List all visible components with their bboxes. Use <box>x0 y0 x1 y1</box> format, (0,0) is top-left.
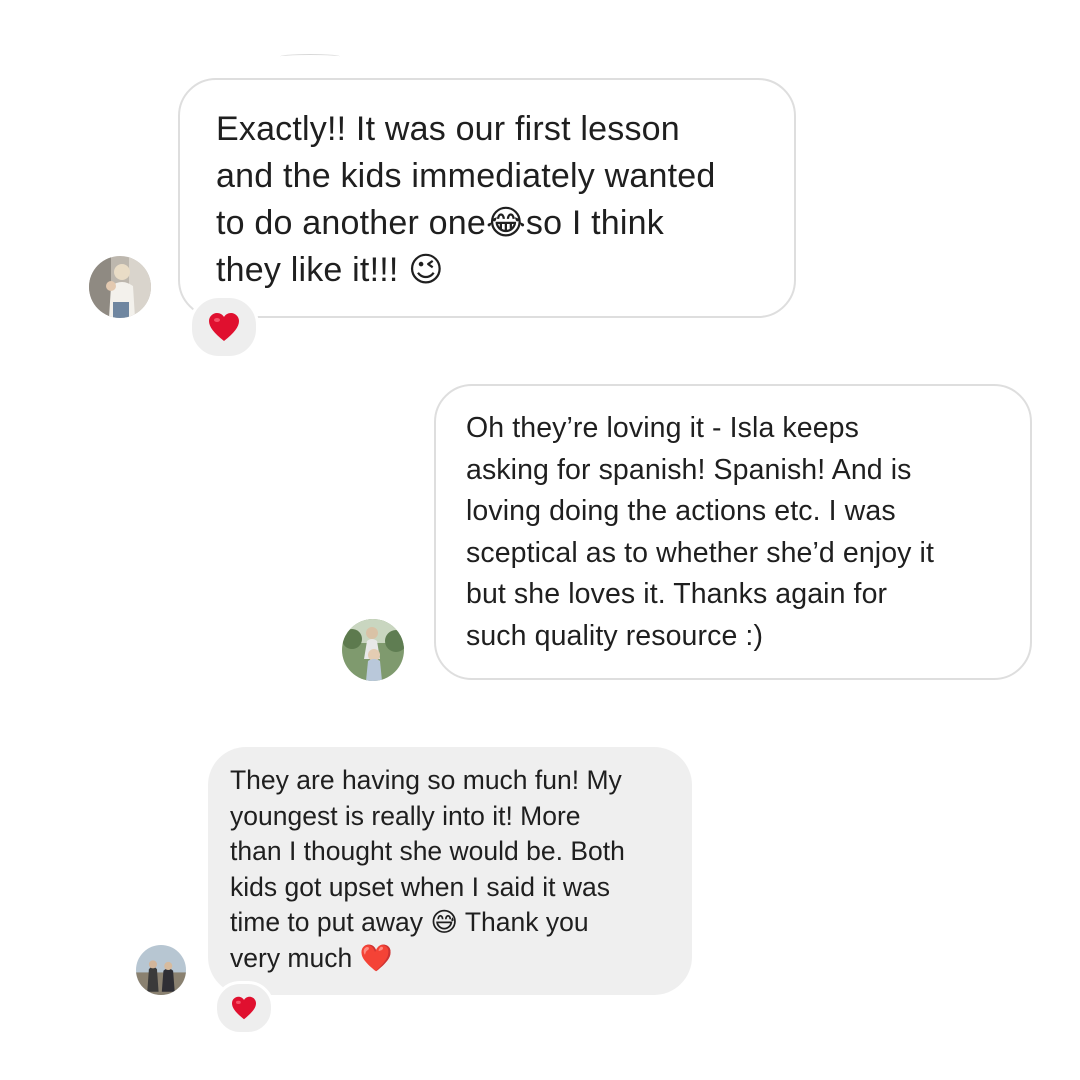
message-bubble[interactable]: They are having so much fun! My youngest… <box>208 747 692 995</box>
reaction-badge[interactable] <box>214 981 274 1035</box>
heart-icon <box>209 313 239 341</box>
avatar[interactable] <box>136 945 186 995</box>
reaction-badge[interactable] <box>189 295 259 359</box>
message-bubble[interactable]: Exactly!! It was our first lesson and th… <box>178 78 796 318</box>
heart-icon <box>232 996 256 1020</box>
conversation-thread: Exactly!! It was our first lesson and th… <box>0 0 1080 1080</box>
avatar-photo <box>136 945 186 995</box>
message-bubble[interactable]: Oh they’re loving it - Isla keeps asking… <box>434 384 1032 680</box>
avatar[interactable] <box>89 256 151 318</box>
avatar-photo <box>342 619 404 681</box>
previous-message-edge <box>280 54 340 59</box>
avatar-photo <box>89 256 151 318</box>
avatar[interactable] <box>342 619 404 681</box>
